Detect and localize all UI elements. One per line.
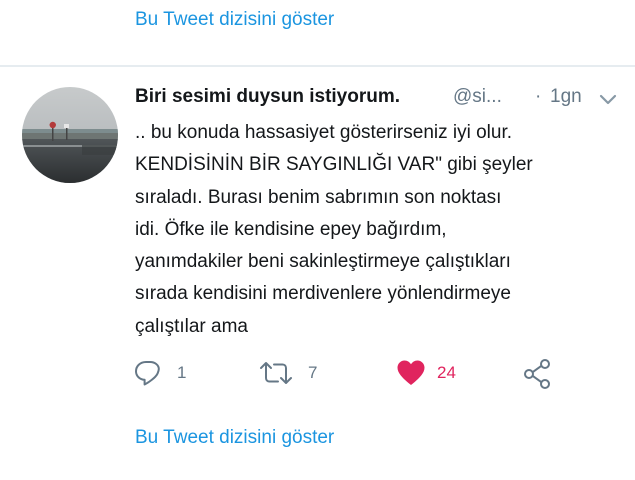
tweet-text-line: KENDİSİNİN BİR SAYGINLIĞI VAR" gibi şeyl… [135, 154, 533, 176]
tweet-text-line: sıraladı. Burası benim sabrımın son nokt… [135, 186, 502, 208]
reply-button[interactable]: 1 [133, 356, 203, 392]
retweet-button[interactable]: 7 [258, 356, 338, 392]
tweet-text-line: idi. Öfke ile kendisine epey bağırdım, [135, 218, 447, 240]
display-name[interactable]: Biri sesimi duysun istiyorum. [135, 86, 400, 108]
tweet-actions: 1 7 24 [0, 356, 635, 392]
user-handle[interactable]: @si... [453, 86, 502, 108]
tweet-text-line: çalıştılar ama [135, 315, 248, 337]
separator-dot: · [535, 86, 542, 107]
show-thread-link-top[interactable]: Bu Tweet dizisini göster [135, 9, 334, 31]
retweet-count: 7 [308, 363, 318, 382]
avatar-photo [22, 87, 118, 183]
heart-icon [397, 360, 425, 385]
reply-icon [135, 361, 160, 386]
chevron-down-icon[interactable] [598, 91, 618, 107]
like-button[interactable]: 24 [395, 356, 475, 392]
tweet-text-line: yanımdakiler beni sakinleştirmeye çalışt… [135, 251, 511, 273]
tweet-text-line: .. bu konuda hassasiyet gösterirseniz iy… [135, 122, 513, 143]
tweet-header: Biri sesimi duysun istiyorum. @si... · 1… [135, 86, 625, 114]
retweet-icon [260, 362, 292, 384]
tweet-text-line: sırada kendisini merdivenlere yönlendirm… [135, 283, 511, 305]
tweet-text: .. bu konuda hassasiyet gösterirseniz iy… [135, 117, 625, 343]
avatar[interactable] [22, 87, 118, 183]
like-count: 24 [437, 363, 456, 382]
share-icon [524, 359, 550, 389]
reply-count: 1 [177, 363, 187, 382]
tweet-divider [0, 65, 635, 67]
show-thread-link-bottom[interactable]: Bu Tweet dizisini göster [135, 427, 334, 449]
share-button[interactable] [522, 356, 562, 392]
timestamp[interactable]: 1gn [550, 86, 582, 108]
